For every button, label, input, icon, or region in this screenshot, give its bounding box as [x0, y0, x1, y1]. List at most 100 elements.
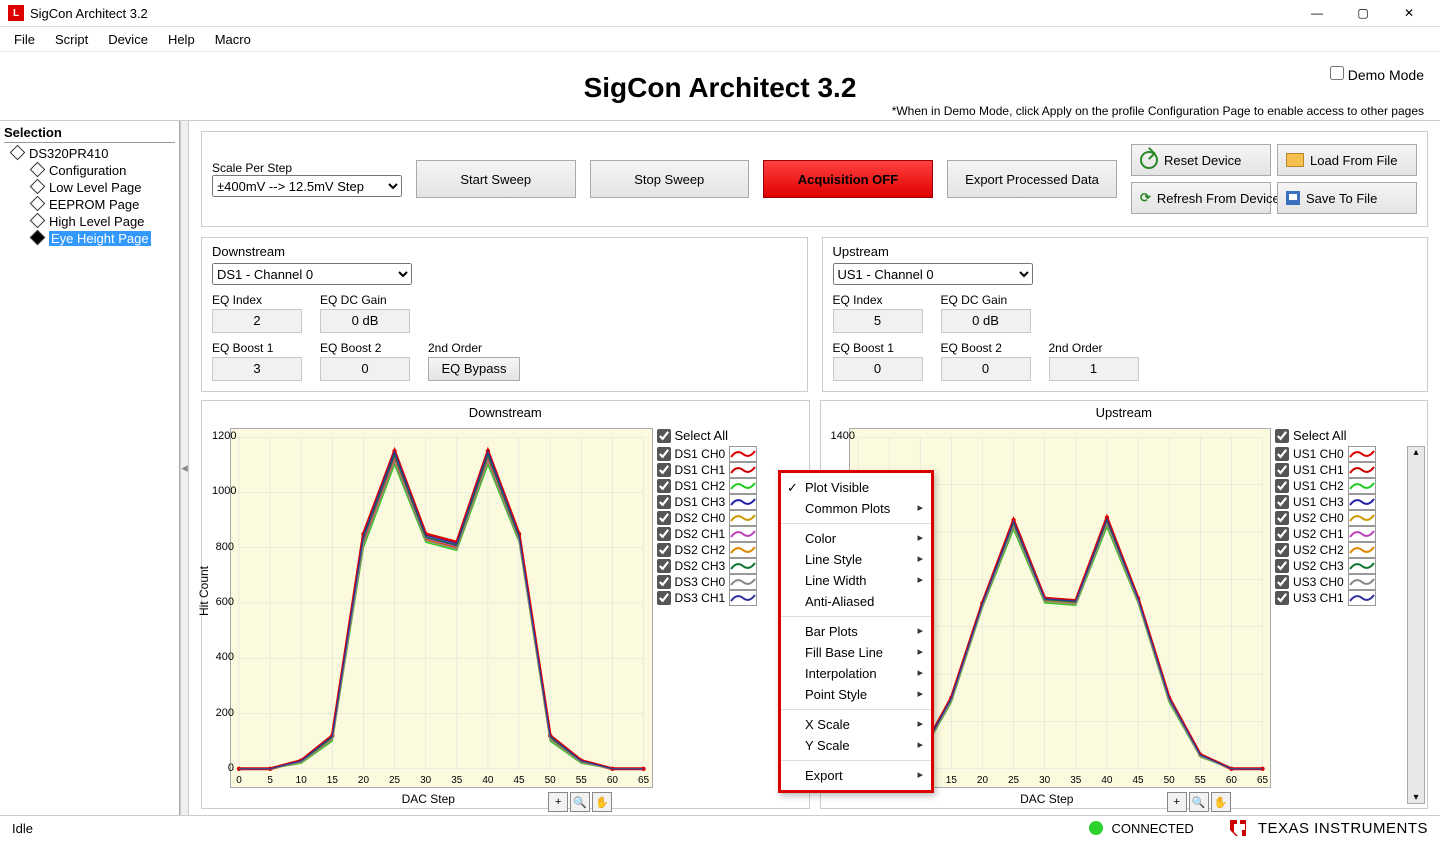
legend-checkbox[interactable]: [657, 575, 671, 589]
legend-checkbox[interactable]: [657, 527, 671, 541]
context-menu-item[interactable]: Fill Base Line: [781, 642, 931, 663]
splitter-handle[interactable]: ◂: [180, 121, 189, 815]
chart-tool-zoom-icon[interactable]: 🔍: [1189, 792, 1209, 812]
legend-swatch-icon: [729, 462, 757, 478]
legend-checkbox[interactable]: [1275, 511, 1289, 525]
context-menu-item[interactable]: Anti-Aliased: [781, 591, 931, 612]
legend-item[interactable]: US3 CH1: [1275, 590, 1425, 606]
save-to-file-button[interactable]: Save To File: [1277, 182, 1417, 214]
tree-item[interactable]: EEPROM Page: [4, 196, 175, 213]
context-menu-item[interactable]: Plot Visible: [781, 477, 931, 498]
legend-checkbox[interactable]: [1275, 575, 1289, 589]
menu-help[interactable]: Help: [160, 30, 203, 49]
legend-checkbox[interactable]: [1275, 591, 1289, 605]
context-menu-item[interactable]: Common Plots: [781, 498, 931, 519]
app-icon: L: [8, 5, 24, 21]
context-menu-item[interactable]: Line Width: [781, 570, 931, 591]
legend-checkbox[interactable]: [657, 559, 671, 573]
refresh-icon: ⟳: [1140, 190, 1151, 206]
ds-2nd-order[interactable]: EQ Bypass: [428, 357, 520, 381]
demo-mode-toggle[interactable]: Demo Mode: [1330, 66, 1424, 83]
start-sweep-button[interactable]: Start Sweep: [416, 160, 576, 198]
us-eq-dc-gain: 0 dB: [941, 309, 1031, 333]
menu-script[interactable]: Script: [47, 30, 96, 49]
export-processed-data-button[interactable]: Export Processed Data: [947, 160, 1117, 198]
legend-checkbox[interactable]: [1275, 447, 1289, 461]
upstream-channel-select[interactable]: US1 - Channel 0: [833, 263, 1033, 285]
svg-text:20: 20: [976, 775, 988, 786]
context-menu-item[interactable]: Point Style: [781, 684, 931, 705]
downstream-channel-select[interactable]: DS1 - Channel 0: [212, 263, 412, 285]
context-menu-item[interactable]: Line Style: [781, 549, 931, 570]
legend-checkbox[interactable]: [657, 543, 671, 557]
tree-item[interactable]: Low Level Page: [4, 179, 175, 196]
legend-swatch-icon: [1348, 494, 1376, 510]
legend-item[interactable]: DS1 CH0: [657, 446, 807, 462]
legend-item[interactable]: US1 CH3: [1275, 494, 1425, 510]
legend-checkbox[interactable]: [657, 495, 671, 509]
refresh-from-device-button[interactable]: ⟳Refresh From Device: [1131, 182, 1271, 214]
legend-item[interactable]: US2 CH2: [1275, 542, 1425, 558]
legend-checkbox[interactable]: [657, 511, 671, 525]
legend-checkbox[interactable]: [1275, 463, 1289, 477]
legend-item[interactable]: US1 CH2: [1275, 478, 1425, 494]
context-menu-item[interactable]: Export: [781, 765, 931, 786]
status-bar: Idle CONNECTED TEXAS INSTRUMENTS: [0, 815, 1440, 840]
chart-tool-pan-icon[interactable]: ✋: [592, 792, 612, 812]
chart-tool-zoom-icon[interactable]: 🔍: [570, 792, 590, 812]
context-menu-item[interactable]: Y Scale: [781, 735, 931, 756]
page-header: SigCon Architect 3.2 Demo Mode *When in …: [0, 52, 1440, 121]
scale-select[interactable]: ±400mV --> 12.5mV Step: [212, 175, 402, 197]
demo-mode-checkbox[interactable]: [1330, 66, 1344, 80]
reset-device-button[interactable]: Reset Device: [1131, 144, 1271, 176]
minimize-button[interactable]: —: [1294, 0, 1340, 26]
svg-text:50: 50: [545, 775, 557, 786]
context-menu-item[interactable]: Interpolation: [781, 663, 931, 684]
legend-item[interactable]: US2 CH1: [1275, 526, 1425, 542]
tree-item[interactable]: Eye Height Page: [4, 230, 175, 247]
legend-item[interactable]: US1 CH1: [1275, 462, 1425, 478]
load-from-file-button[interactable]: Load From File: [1277, 144, 1417, 176]
legend-checkbox[interactable]: [657, 479, 671, 493]
legend-checkbox[interactable]: [1275, 543, 1289, 557]
demo-mode-hint: *When in Demo Mode, click Apply on the p…: [892, 104, 1424, 118]
svg-text:15: 15: [945, 775, 957, 786]
tree-item[interactable]: Configuration: [4, 162, 175, 179]
legend-item[interactable]: US3 CH0: [1275, 574, 1425, 590]
legend-swatch-icon: [729, 510, 757, 526]
legend-checkbox[interactable]: [1275, 559, 1289, 573]
chart-tool-crosshair-icon[interactable]: +: [548, 792, 568, 812]
context-menu-item[interactable]: Bar Plots: [781, 621, 931, 642]
menu-macro[interactable]: Macro: [207, 30, 259, 49]
downstream-chart[interactable]: Hit Count 05101520253035404550556065 DAC…: [202, 424, 655, 808]
downstream-panel: Downstream DS1 - Channel 0 EQ Index2 EQ …: [201, 237, 808, 392]
plot-context-menu[interactable]: Plot VisibleCommon Plots ColorLine StyleL…: [778, 470, 934, 793]
context-menu-item[interactable]: X Scale: [781, 714, 931, 735]
stop-sweep-button[interactable]: Stop Sweep: [590, 160, 750, 198]
menu-file[interactable]: File: [6, 30, 43, 49]
legend-scrollbar[interactable]: ▴▾: [1407, 446, 1425, 804]
legend-checkbox[interactable]: [1275, 527, 1289, 541]
acquisition-off-button[interactable]: Acquisition OFF: [763, 160, 933, 198]
us-select-all-checkbox[interactable]: [1275, 429, 1289, 443]
legend-checkbox[interactable]: [657, 447, 671, 461]
tree-root[interactable]: DS320PR410: [4, 145, 175, 162]
legend-item[interactable]: US1 CH0: [1275, 446, 1425, 462]
legend-checkbox[interactable]: [657, 463, 671, 477]
maximize-button[interactable]: ▢: [1340, 0, 1386, 26]
menu-device[interactable]: Device: [100, 30, 156, 49]
chart-tool-pan-icon[interactable]: ✋: [1211, 792, 1231, 812]
legend-checkbox[interactable]: [1275, 479, 1289, 493]
window-title: SigCon Architect 3.2: [30, 6, 148, 21]
close-button[interactable]: ✕: [1386, 0, 1432, 26]
legend-item[interactable]: US2 CH3: [1275, 558, 1425, 574]
ds-select-all-checkbox[interactable]: [657, 429, 671, 443]
chart-tool-crosshair-icon[interactable]: +: [1167, 792, 1187, 812]
svg-text:65: 65: [638, 775, 650, 786]
context-menu-item[interactable]: Color: [781, 528, 931, 549]
upstream-legend: Select All US1 CH0US1 CH1US1 CH2US1 CH3U…: [1273, 424, 1427, 808]
legend-checkbox[interactable]: [657, 591, 671, 605]
legend-item[interactable]: US2 CH0: [1275, 510, 1425, 526]
tree-item[interactable]: High Level Page: [4, 213, 175, 230]
legend-checkbox[interactable]: [1275, 495, 1289, 509]
